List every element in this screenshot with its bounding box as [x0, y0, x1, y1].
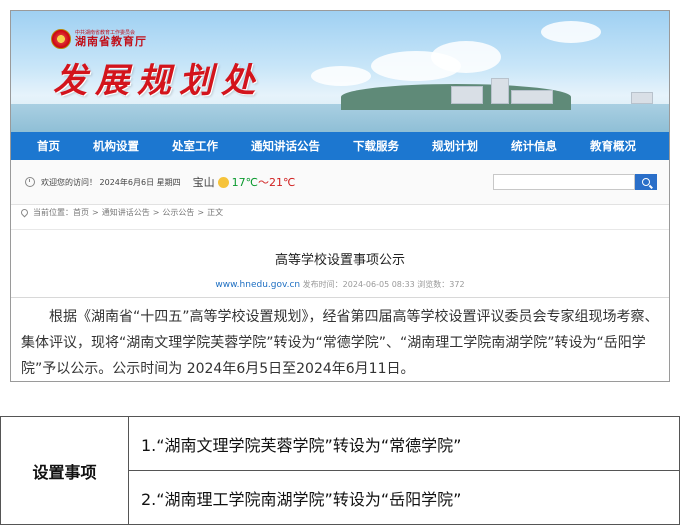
search-button[interactable]: [635, 174, 657, 190]
breadcrumb-home[interactable]: 首页: [73, 207, 89, 218]
divider: [11, 229, 669, 230]
temp-high: 21℃: [268, 175, 296, 189]
publish-info: 发布时间：2024-06-05 08:33 浏览数：372: [302, 280, 465, 289]
temp-separator: ～: [257, 176, 269, 189]
breadcrumb-separator: >: [152, 208, 160, 217]
table-header-cell: 设置事项: [0, 416, 129, 525]
breadcrumb-notices[interactable]: 通知讲话公告: [102, 207, 150, 218]
table-item-1: 1.“湖南文理学院芙蓉学院”转设为“常德学院”: [128, 416, 680, 471]
nav-item-home[interactable]: 首页: [37, 138, 60, 154]
search-input[interactable]: [493, 174, 635, 190]
clock-icon: [25, 177, 35, 187]
breadcrumb-current: 正文: [207, 208, 224, 217]
nav-item-planning[interactable]: 规划计划: [432, 138, 478, 154]
agency-name: 湖南省教育厅: [75, 35, 147, 48]
settings-table: 设置事项 1.“湖南文理学院芙蓉学院”转设为“常德学院” 2.“湖南理工学院南湖…: [0, 416, 680, 525]
weather-city: 宝山: [192, 176, 215, 189]
header-banner: 中共湖南省教育工作委员会 湖南省教育厅 发展规划处: [11, 11, 669, 132]
breadcrumb-separator: >: [197, 208, 205, 217]
nav-item-notices[interactable]: 通知讲话公告: [251, 138, 320, 154]
welcome-date-text: 欢迎您的访问！ 2024年6月6日 星期四: [41, 177, 181, 187]
nav-item-office-work[interactable]: 处室工作: [172, 138, 218, 154]
breadcrumb-label: 当前位置：: [33, 208, 73, 217]
breadcrumb-separator: >: [92, 208, 99, 217]
table-item-2: 2.“湖南理工学院南湖学院”转设为“岳阳学院”: [128, 470, 680, 525]
breadcrumb-announcements[interactable]: 公示公告: [162, 207, 194, 218]
nav-item-overview[interactable]: 教育概况: [590, 138, 636, 154]
table-row: 设置事项 1.“湖南文理学院芙蓉学院”转设为“常德学院”: [0, 416, 680, 525]
info-bar: 欢迎您的访问！ 2024年6月6日 星期四 宝山 17℃ ～ 21℃: [11, 160, 669, 205]
search-icon: [642, 178, 650, 186]
article-title: 高等学校设置事项公示: [274, 253, 405, 268]
nav-item-statistics[interactable]: 统计信息: [511, 138, 557, 154]
sunny-weather-icon: [217, 176, 229, 188]
article-body-text: 根据《湖南省“十四五”高等学校设置规划》，经省第四届高等学校设置评议委员会专家组…: [21, 309, 659, 377]
temp-low: 17℃: [231, 175, 258, 189]
location-pin-icon: [19, 207, 30, 218]
website-screenshot: 中共湖南省教育工作委员会 湖南省教育厅 发展规划处 首页 机构设置 处室工作 通…: [10, 10, 670, 382]
national-emblem-icon: [51, 29, 71, 49]
nav-item-organization[interactable]: 机构设置: [93, 138, 139, 154]
department-title: 发展规划处: [53, 61, 263, 101]
agency-logo[interactable]: 中共湖南省教育工作委员会 湖南省教育厅: [51, 29, 147, 49]
article-meta: www.hnedu.gov.cn 发布时间：2024-06-05 08:33 浏…: [11, 279, 669, 290]
article-body: 根据《湖南省“十四五”高等学校设置规划》，经省第四届高等学校设置评议委员会专家组…: [21, 304, 661, 381]
nav-item-downloads[interactable]: 下载服务: [353, 138, 399, 154]
main-nav: 首页 机构设置 处室工作 通知讲话公告 下载服务 规划计划 统计信息 教育概况: [11, 132, 669, 160]
site-url-link[interactable]: www.hnedu.gov.cn: [215, 280, 300, 290]
breadcrumb: 当前位置： 首页 > 通知讲话公告 > 公示公告 > 正文: [19, 207, 224, 218]
divider: [11, 297, 669, 298]
